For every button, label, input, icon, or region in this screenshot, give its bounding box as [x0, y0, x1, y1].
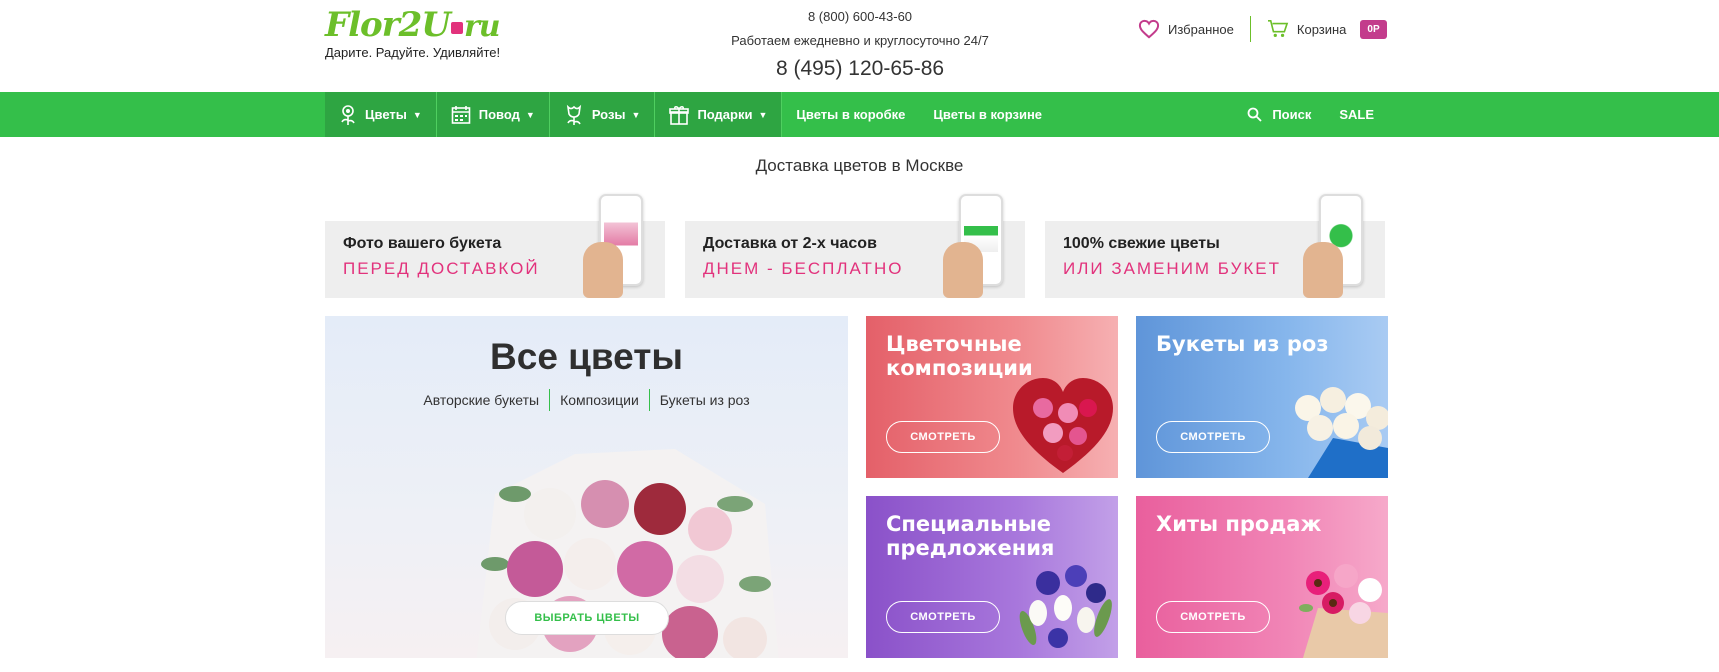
- main-nav-inner: Цветы ▼ Повод ▼ Розы ▼ Подарки ▼ Цветы в…: [325, 92, 1388, 137]
- nav-label: Розы: [591, 107, 626, 122]
- phone-in-hand-illustration: [583, 194, 643, 298]
- nav-label: Цветы в корзине: [933, 107, 1043, 122]
- link-divider: [549, 389, 551, 411]
- feature-line1: 100% свежие цветы: [1063, 235, 1220, 252]
- white-roses-image: [1295, 387, 1388, 478]
- delivery-title: Доставка цветов в Москве: [755, 156, 964, 175]
- nav-sale[interactable]: SALE: [1325, 92, 1388, 137]
- header-actions: Избранное Корзина 0Р: [1138, 16, 1387, 42]
- search-label: Поиск: [1272, 107, 1312, 122]
- tile-all-flowers[interactable]: Все цветы Авторские букеты Композиции Бу…: [325, 316, 848, 658]
- tile-flower-compositions[interactable]: Цветочные композиции СМОТРЕТЬ: [866, 316, 1118, 478]
- phone-toll-free[interactable]: 8 (800) 600-43-60: [700, 8, 1020, 26]
- working-hours: Работаем ежедневно и круглосуточно 24/7: [731, 33, 989, 48]
- flower-icon: [339, 104, 357, 126]
- nav-item-occasion[interactable]: Повод ▼: [436, 92, 550, 137]
- tagline: Дарите. Радуйте. Удивляйте!: [325, 45, 501, 60]
- gift-icon: [669, 105, 690, 125]
- link-author-bouquets[interactable]: Авторские букеты: [423, 392, 539, 408]
- see-button[interactable]: СМОТРЕТЬ: [886, 421, 1000, 453]
- favorites-link[interactable]: Избранное: [1168, 22, 1234, 37]
- cart-total-badge[interactable]: 0Р: [1360, 19, 1387, 39]
- tile-title-line1: Букеты из роз: [1156, 332, 1329, 356]
- link-compositions[interactable]: Композиции: [560, 392, 639, 408]
- nav-item-roses[interactable]: Розы ▼: [549, 92, 656, 137]
- heart-icon[interactable]: [1138, 19, 1160, 39]
- feature-line1: Фото вашего букета: [343, 235, 502, 252]
- feature-line2: ДНЕМ - БЕСПЛАТНО: [703, 259, 904, 278]
- chevron-down-icon: ▼: [631, 109, 641, 120]
- calendar-icon: [451, 105, 471, 125]
- search-icon: [1247, 107, 1262, 122]
- header-divider: [1249, 16, 1251, 42]
- choose-flowers-button[interactable]: ВЫБРАТЬ ЦВЕТЫ: [505, 601, 669, 635]
- phone-in-hand-illustration: [1303, 194, 1363, 298]
- tile-title: Все цветы: [490, 336, 683, 377]
- gift-icon: [450, 22, 463, 34]
- hand-illustration: [943, 242, 983, 298]
- chevron-down-icon: ▼: [758, 109, 768, 120]
- logo-wordmark: Flor2U ru: [325, 5, 501, 46]
- tile-rose-bouquets[interactable]: Букеты из роз СМОТРЕТЬ: [1136, 316, 1388, 478]
- nav-label: Подарки: [697, 107, 753, 122]
- tile-special-offers[interactable]: Специальные предложения СМОТРЕТЬ: [866, 496, 1118, 658]
- site-header: Flor2U ru Дарите. Радуйте. Удивляйте! 8 (…: [0, 0, 1719, 92]
- feature-line2: ПЕРЕД ДОСТАВКОЙ: [343, 259, 540, 278]
- hand-illustration: [583, 242, 623, 298]
- cart-icon[interactable]: [1267, 19, 1289, 39]
- link-rose-bouquets[interactable]: Букеты из роз: [660, 392, 750, 408]
- nav-label: Повод: [478, 107, 520, 122]
- nav-label: Цветы: [365, 107, 407, 122]
- nav-item-gifts[interactable]: Подарки ▼: [655, 92, 783, 137]
- cart-link[interactable]: Корзина: [1297, 22, 1347, 37]
- hand-illustration: [1303, 242, 1343, 298]
- tile-title-line1: Специальные: [886, 512, 1052, 536]
- tile-title: Хиты продаж: [1156, 512, 1321, 536]
- tile-title-line1: Цветочные: [886, 332, 1022, 356]
- tile-bestsellers[interactable]: Хиты продаж СМОТРЕТЬ: [1136, 496, 1388, 658]
- nav-item-flowers-in-basket[interactable]: Цветы в корзине: [919, 92, 1056, 137]
- chevron-down-icon: ▼: [412, 109, 422, 120]
- heart-roses-image: [1013, 378, 1113, 473]
- logo-main: Flor2U: [325, 5, 451, 45]
- see-button[interactable]: СМОТРЕТЬ: [1156, 601, 1270, 633]
- main-nav: Цветы ▼ Повод ▼ Розы ▼ Подарки ▼ Цветы в…: [0, 92, 1719, 137]
- see-button[interactable]: СМОТРЕТЬ: [1156, 421, 1270, 453]
- feature-fresh-flowers[interactable]: 100% свежие цветы ИЛИ ЗАМЕНИМ БУКЕТ: [1045, 194, 1385, 298]
- sale-label: SALE: [1339, 107, 1374, 122]
- category-links: Авторские букеты Композиции Букеты из ро…: [325, 389, 848, 411]
- site-logo[interactable]: Flor2U ru: [325, 5, 501, 46]
- feature-line1: Доставка от 2-х часов: [703, 235, 877, 252]
- tile-title-line1: Хиты продаж: [1156, 512, 1322, 536]
- gerberas-bouquet-image: [1299, 564, 1388, 658]
- phone-in-hand-illustration: [943, 194, 1003, 298]
- tile-title: Букеты из роз: [1156, 332, 1329, 356]
- link-divider: [648, 389, 650, 411]
- chevron-down-icon: ▼: [525, 109, 535, 120]
- feature-delivery-2h[interactable]: Доставка от 2-х часов ДНЕМ - БЕСПЛАТНО: [685, 194, 1025, 298]
- phone-main[interactable]: 8 (495) 120-65-86: [700, 56, 1020, 82]
- nav-label: Цветы в коробке: [796, 107, 906, 122]
- feature-line2: ИЛИ ЗАМЕНИМ БУКЕТ: [1063, 259, 1281, 278]
- nav-item-flowers[interactable]: Цветы ▼: [325, 92, 437, 137]
- nav-search[interactable]: Поиск: [1233, 92, 1325, 137]
- logo-suffix: ru: [463, 9, 501, 44]
- irises-tulips-image: [1019, 565, 1112, 648]
- rose-icon: [564, 104, 584, 126]
- see-button[interactable]: СМОТРЕТЬ: [886, 601, 1000, 633]
- contacts-block: 8 (800) 600-43-60 Работаем ежедневно и к…: [700, 8, 1020, 82]
- feature-photo-before-delivery[interactable]: Фото вашего букета ПЕРЕД ДОСТАВКОЙ: [325, 194, 665, 298]
- nav-item-flowers-in-box[interactable]: Цветы в коробке: [782, 92, 919, 137]
